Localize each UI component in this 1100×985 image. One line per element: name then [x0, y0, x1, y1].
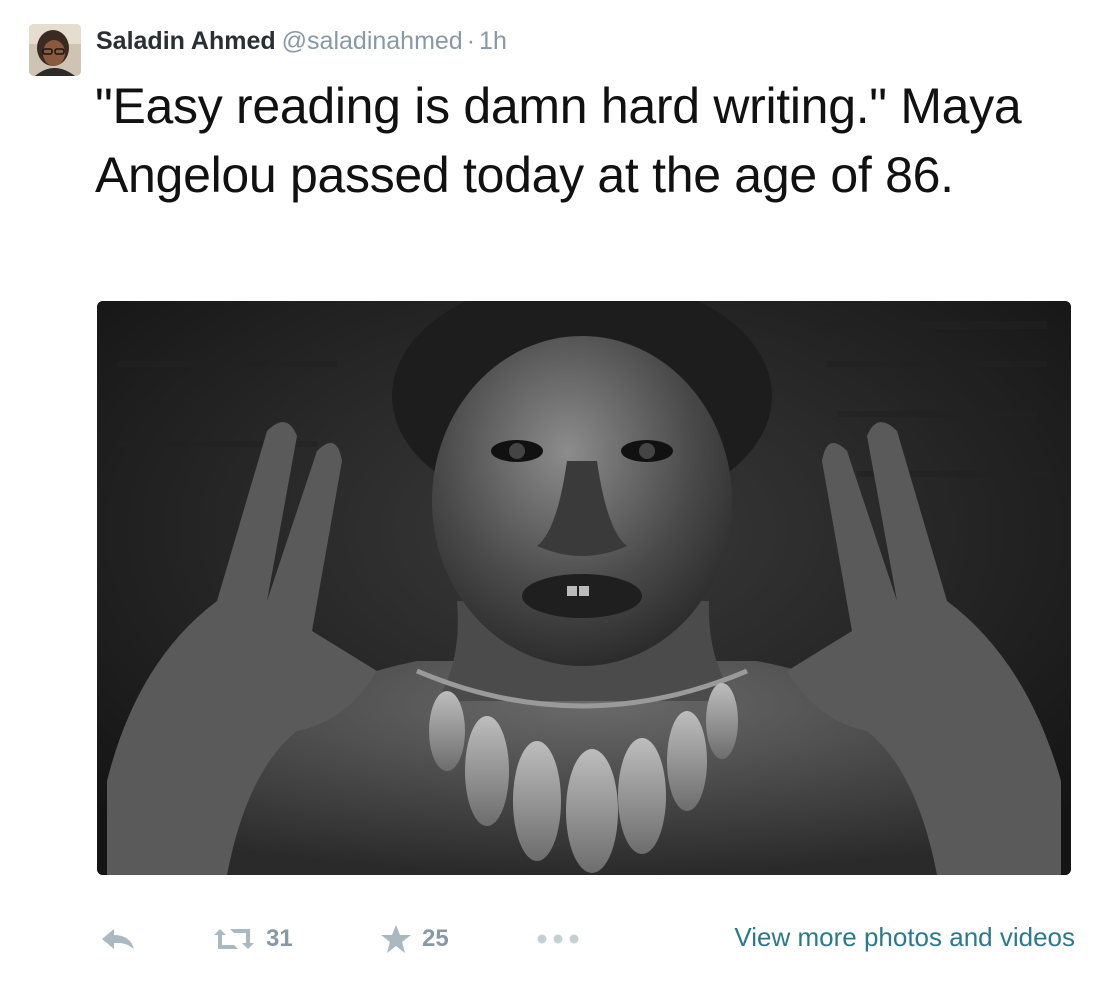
tweet-text: "Easy reading is damn hard writing." May…: [95, 78, 1022, 203]
tweet-photo[interactable]: [97, 301, 1071, 875]
view-more-photos-link[interactable]: View more photos and videos: [690, 921, 1075, 953]
star-icon: [380, 924, 412, 954]
reply-button[interactable]: [98, 915, 138, 963]
tweet-actions: 31 25 View more photos and videos: [0, 915, 1100, 963]
photo-image: [97, 301, 1071, 875]
author-handle[interactable]: @saladinahmed: [282, 27, 463, 55]
retweet-button[interactable]: 31: [212, 915, 293, 963]
favorite-button[interactable]: 25: [380, 915, 449, 963]
reply-icon: [98, 925, 138, 953]
tweet-card: Saladin Ahmed @saladinahmed · 1h "Easy read…: [0, 0, 1100, 985]
timestamp[interactable]: 1h: [479, 27, 507, 55]
avatar[interactable]: [29, 24, 81, 76]
separator-dot: ·: [466, 27, 476, 55]
more-button[interactable]: [536, 915, 580, 963]
tweet-header: Saladin Ahmed @saladinahmed · 1h: [96, 26, 507, 56]
author-name[interactable]: Saladin Ahmed: [96, 27, 276, 55]
retweet-icon: [212, 925, 256, 953]
ellipsis-icon: [536, 933, 580, 945]
favorite-count: 25: [422, 925, 449, 952]
avatar-image: [29, 24, 81, 76]
retweet-count: 31: [266, 925, 293, 952]
